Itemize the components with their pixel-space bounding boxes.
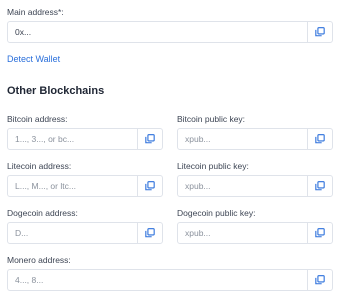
bitcoin-pubkey-label: Bitcoin public key: (177, 114, 246, 124)
detect-wallet-link[interactable]: Detect Wallet (7, 54, 60, 64)
litecoin-address-label: Litecoin address: (7, 161, 72, 171)
copy-icon (145, 134, 155, 144)
dogecoin-address-copy-button[interactable] (137, 223, 162, 243)
dogecoin-pubkey-label: Dogecoin public key: (177, 208, 256, 218)
dogecoin-pubkey-copy-button[interactable] (307, 223, 332, 243)
bitcoin-address-field (7, 128, 163, 150)
copy-icon (315, 181, 325, 191)
dogecoin-address-field (7, 222, 163, 244)
copy-icon (145, 228, 155, 238)
copy-icon (315, 27, 325, 37)
copy-icon (315, 228, 325, 238)
dogecoin-address-input[interactable] (8, 223, 138, 243)
dogecoin-address-label: Dogecoin address: (7, 208, 78, 218)
litecoin-pubkey-copy-button[interactable] (307, 176, 332, 196)
monero-address-label: Monero address: (7, 255, 71, 265)
bitcoin-pubkey-field (177, 128, 333, 150)
litecoin-address-input[interactable] (8, 176, 138, 196)
copy-icon (145, 181, 155, 191)
monero-address-field (7, 269, 333, 291)
litecoin-pubkey-input[interactable] (178, 176, 308, 196)
monero-address-input[interactable] (8, 270, 308, 290)
main-address-field (7, 21, 333, 43)
bitcoin-pubkey-copy-button[interactable] (307, 129, 332, 149)
main-address-label: Main address*: (7, 7, 64, 17)
bitcoin-pubkey-input[interactable] (178, 129, 308, 149)
litecoin-address-copy-button[interactable] (137, 176, 162, 196)
dogecoin-pubkey-input[interactable] (178, 223, 308, 243)
bitcoin-address-label: Bitcoin address: (7, 114, 68, 124)
main-address-copy-button[interactable] (307, 22, 332, 42)
bitcoin-address-input[interactable] (8, 129, 138, 149)
bitcoin-address-copy-button[interactable] (137, 129, 162, 149)
copy-icon (315, 134, 325, 144)
dogecoin-pubkey-field (177, 222, 333, 244)
litecoin-address-field (7, 175, 163, 197)
litecoin-pubkey-label: Litecoin public key: (177, 161, 249, 171)
monero-address-copy-button[interactable] (307, 270, 332, 290)
litecoin-pubkey-field (177, 175, 333, 197)
main-address-input[interactable] (8, 22, 308, 42)
copy-icon (315, 275, 325, 285)
other-blockchains-heading: Other Blockchains (7, 85, 105, 97)
